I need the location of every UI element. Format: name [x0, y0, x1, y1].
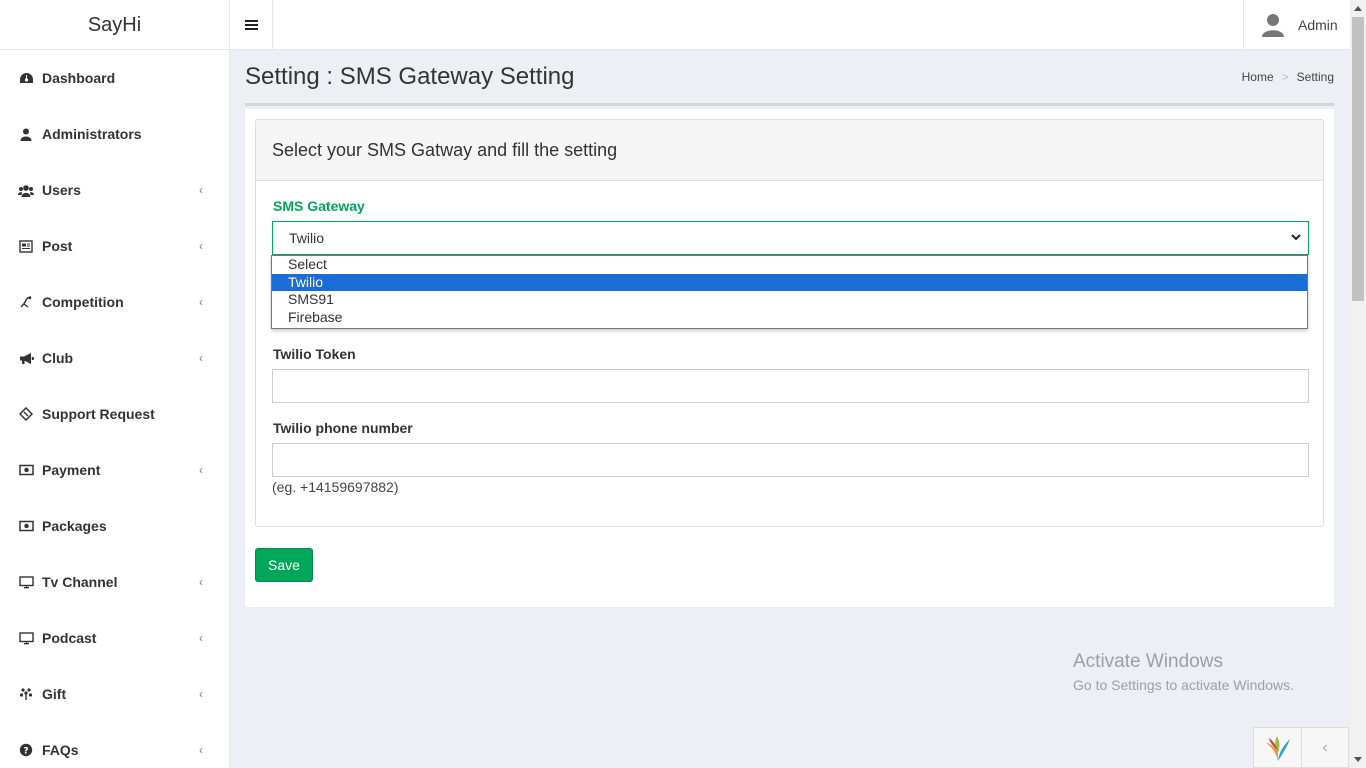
sidebar-item-label: Club [42, 350, 74, 366]
chevron-left-icon: ‹ [199, 575, 203, 589]
panel-title: Select your SMS Gatway and fill the sett… [256, 120, 1323, 181]
page-title: Setting : SMS Gateway Setting [245, 62, 575, 90]
newspaper-icon [18, 238, 34, 254]
breadcrumb-current: Setting [1296, 69, 1334, 84]
chevron-left-icon: ‹ [199, 183, 203, 197]
ticket-icon [18, 406, 34, 422]
chevron-left-icon: ‹ [199, 687, 203, 701]
sidebar-item-competition[interactable]: Competition ‹ [0, 274, 229, 330]
sidebar-item-post[interactable]: Post ‹ [0, 218, 229, 274]
user-name: Admin [1298, 17, 1338, 33]
sidebar-item-users[interactable]: Users ‹ [0, 162, 229, 218]
scrollbar-thumb[interactable] [1352, 17, 1364, 301]
chevron-left-icon: ‹ [1322, 738, 1328, 756]
sidebar-item-label: FAQs [42, 742, 79, 758]
sms-gateway-options: Select Twilio SMS91 Firebase [271, 255, 1308, 329]
gift-icon [18, 686, 34, 702]
main-content: Setting : SMS Gateway Setting Home > Setti… [245, 50, 1334, 607]
money-icon [18, 518, 34, 534]
sidebar-item-label: Tv Channel [42, 574, 118, 590]
sidebar-item-label: Post [42, 238, 73, 254]
bullhorn-icon [18, 350, 34, 366]
breadcrumb-home[interactable]: Home [1242, 70, 1274, 84]
sidebar-item-packages[interactable]: Packages [0, 498, 229, 554]
sidebar-item-label: Competition [42, 294, 124, 310]
sidebar-item-label: Administrators [42, 126, 142, 142]
sidebar-item-label: Support Request [42, 406, 155, 422]
twilio-phone-help: (eg. +14159697882) [272, 479, 399, 495]
chevron-left-icon: ‹ [199, 631, 203, 645]
chevron-left-icon: ‹ [199, 295, 203, 309]
sidebar-item-gift[interactable]: Gift ‹ [0, 666, 229, 722]
chevron-down-icon [1291, 234, 1301, 241]
sidebar-item-dashboard[interactable]: Dashboard [0, 50, 229, 106]
sidebar-item-faqs[interactable]: ? FAQs ‹ [0, 722, 229, 768]
sidebar-item-label: Gift [42, 686, 67, 702]
yii-logo-svg [1265, 735, 1290, 761]
sms-gateway-value: Twilio [289, 230, 325, 246]
hamburger-icon [244, 20, 258, 30]
sms-gateway-option-firebase[interactable]: Firebase [272, 309, 1307, 327]
twilio-phone-label: Twilio phone number [273, 420, 413, 436]
sidebar: Dashboard Administrators Users ‹ Post ‹ Compet… [0, 50, 230, 768]
sidebar-item-club[interactable]: Club ‹ [0, 330, 229, 386]
twilio-token-input[interactable] [272, 369, 1309, 403]
sms-gateway-label: SMS Gateway [273, 198, 365, 214]
top-navbar: SayHi Admin [0, 0, 1350, 50]
money-icon [18, 462, 34, 478]
debug-toolbar: ‹ [1253, 727, 1349, 768]
scroll-up-arrow[interactable] [1350, 0, 1366, 16]
chevron-left-icon: ‹ [199, 239, 203, 253]
brand-logo[interactable]: SayHi [0, 0, 230, 50]
users-icon [18, 182, 34, 198]
monitor-icon [18, 574, 34, 590]
sidebar-item-label: Dashboard [42, 70, 116, 86]
triangle-up-icon [1354, 6, 1362, 11]
avatar-icon [1262, 14, 1284, 37]
dashboard-icon [18, 70, 34, 86]
sidebar-item-label: Payment [42, 462, 101, 478]
watermark-subtitle: Go to Settings to activate Windows. [1073, 677, 1294, 693]
svg-text:?: ? [23, 747, 28, 757]
twilio-phone-input[interactable] [272, 443, 1309, 477]
breadcrumb: Home > Setting [1242, 70, 1334, 84]
twilio-token-label: Twilio Token [273, 346, 356, 362]
sidebar-item-label: Podcast [42, 630, 97, 646]
monitor-icon [18, 630, 34, 646]
activate-windows-watermark: Activate Windows Go to Settings to activ… [1073, 651, 1294, 693]
save-button[interactable]: Save [255, 548, 313, 582]
sms-gateway-option-sms91[interactable]: SMS91 [272, 291, 1307, 309]
sidebar-item-tv-channel[interactable]: Tv Channel ‹ [0, 554, 229, 610]
page-scrollbar[interactable] [1350, 0, 1366, 768]
settings-box: Select your SMS Gatway and fill the sett… [245, 109, 1334, 607]
yii-logo-icon[interactable] [1254, 728, 1302, 767]
sidebar-item-support-request[interactable]: Support Request [0, 386, 229, 442]
toolbar-collapse-button[interactable]: ‹ [1302, 728, 1348, 767]
question-icon: ? [18, 742, 34, 758]
watermark-title: Activate Windows [1073, 651, 1223, 672]
sidebar-toggle-button[interactable] [230, 0, 273, 50]
chevron-left-icon: ‹ [199, 743, 203, 757]
user-icon [18, 126, 34, 142]
sidebar-item-podcast[interactable]: Podcast ‹ [0, 610, 229, 666]
scroll-down-arrow[interactable] [1350, 752, 1366, 768]
sms-gateway-select[interactable]: Twilio [272, 221, 1309, 255]
sidebar-item-payment[interactable]: Payment ‹ [0, 442, 229, 498]
content-header: Setting : SMS Gateway Setting Home > Setti… [245, 50, 1334, 106]
sidebar-item-label: Packages [42, 518, 107, 534]
chevron-left-icon: ‹ [199, 463, 203, 477]
sidebar-item-label: Users [42, 182, 81, 198]
triangle-down-icon [1354, 757, 1362, 762]
competition-icon [18, 294, 34, 310]
user-menu[interactable]: Admin [1243, 0, 1350, 50]
sms-gateway-option-select[interactable]: Select [272, 256, 1307, 274]
chevron-left-icon: ‹ [199, 351, 203, 365]
sms-gateway-option-twilio[interactable]: Twilio [272, 273, 1307, 292]
breadcrumb-separator: > [1281, 69, 1289, 84]
sidebar-item-administrators[interactable]: Administrators [0, 106, 229, 162]
